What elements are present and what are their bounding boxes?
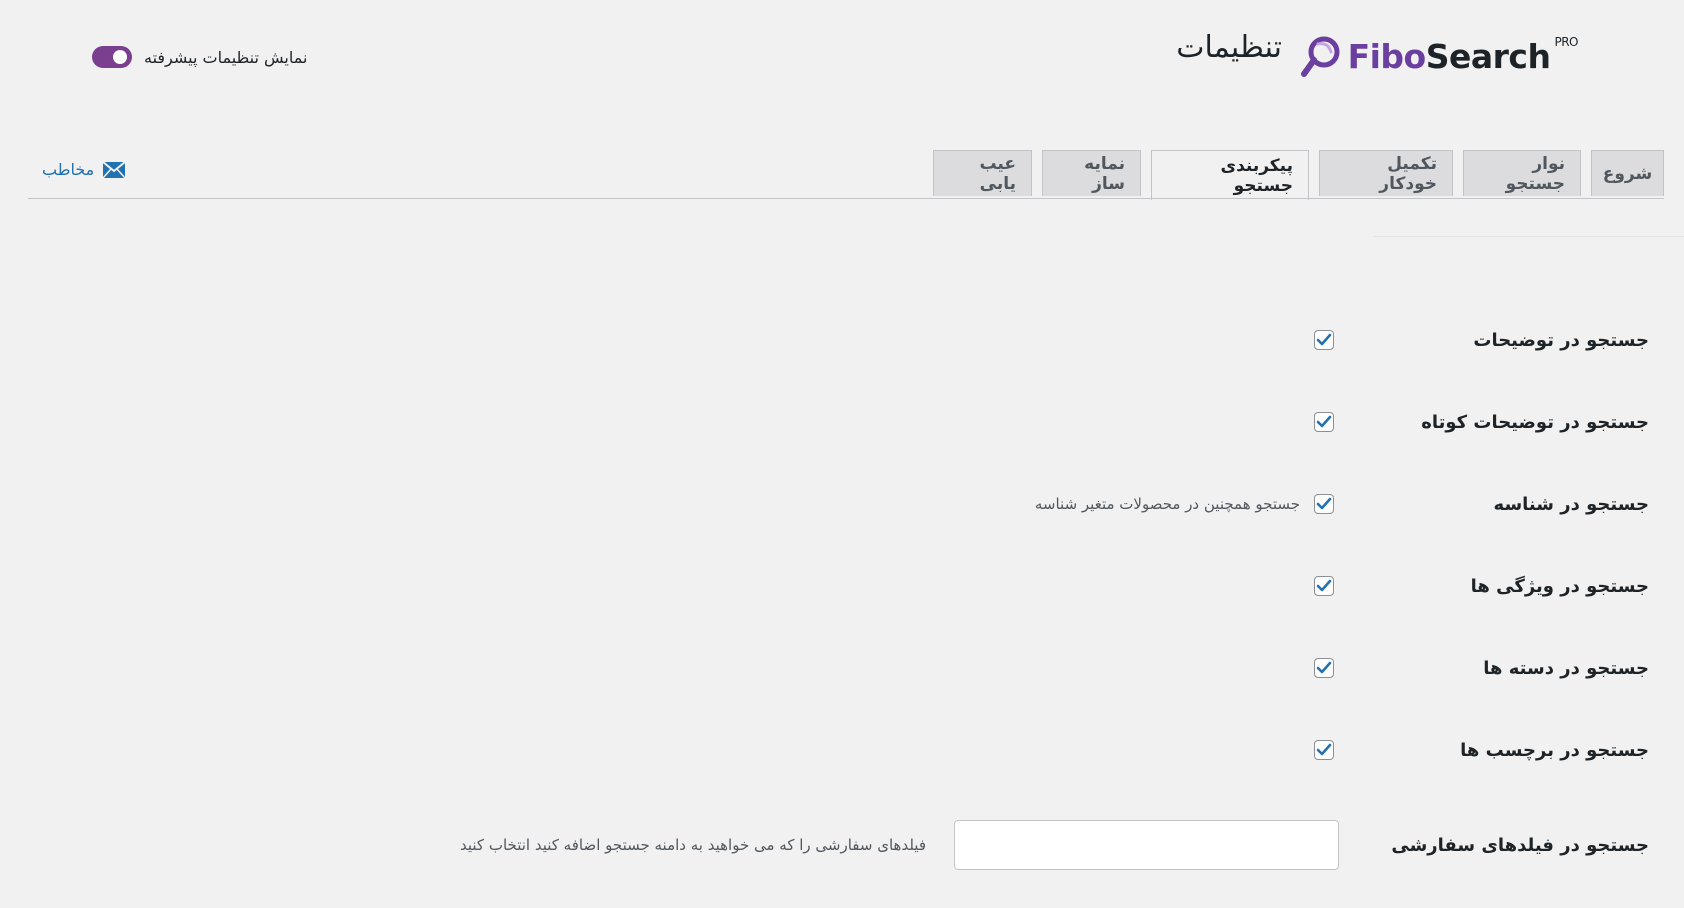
custom-fields-input[interactable]: [954, 820, 1339, 870]
switch-knob: [113, 50, 127, 64]
checkbox-tags[interactable]: [1314, 740, 1334, 760]
tab-start[interactable]: شروع: [1591, 150, 1664, 196]
setting-label-tags: جستجو در برچسب ها: [1460, 739, 1649, 761]
checkmark-icon: [1316, 415, 1332, 428]
logo-wordmark: Fibo Search PRO: [1347, 34, 1579, 76]
contact-link[interactable]: مخاطب: [42, 160, 126, 179]
checkmark-icon: [1316, 579, 1332, 592]
logo-pro-badge: PRO: [1554, 34, 1578, 49]
setting-row-description: جستجو در توضیحات: [0, 320, 1649, 360]
page-title: تنظیمات: [1176, 30, 1282, 65]
setting-row-custom-fields: جستجو در فیلدهای سفارشی فیلدهای سفارشی ر…: [0, 819, 1649, 871]
checkbox-categories[interactable]: [1314, 658, 1334, 678]
checkmark-icon: [1316, 661, 1332, 674]
advanced-settings-label: نمایش تنظیمات پیشرفته: [144, 47, 308, 67]
contact-label: مخاطب: [42, 160, 95, 179]
fibosearch-logo: Fibo Search PRO: [1298, 32, 1578, 80]
checkbox-short-description[interactable]: [1314, 412, 1334, 432]
checkbox-attributes[interactable]: [1314, 576, 1334, 596]
setting-note-custom-fields: فیلدهای سفارشی را که می خواهید به دامنه …: [460, 836, 926, 854]
setting-label-categories: جستجو در دسته ها: [1483, 657, 1649, 679]
section-divider: [1374, 236, 1684, 237]
logo-part-fibo: Fibo: [1347, 36, 1427, 76]
setting-row-sku: جستجو در شناسه جستجو همچنین در محصولات م…: [0, 484, 1649, 524]
tab-indexer[interactable]: نمایه ساز: [1042, 150, 1141, 196]
setting-label-attributes: جستجو در ویژگی ها: [1470, 575, 1649, 597]
tabs-divider: [28, 198, 1664, 199]
checkmark-icon: [1316, 497, 1332, 510]
setting-label-sku: جستجو در شناسه: [1493, 493, 1649, 515]
settings-tabs: شروع نوار جستجو تکمیل خودکار پیکربندی جس…: [933, 150, 1664, 200]
setting-row-short-description: جستجو در توضیحات کوتاه: [0, 402, 1649, 442]
tab-troubleshooting[interactable]: عیب یابی: [933, 150, 1032, 196]
setting-row-tags: جستجو در برچسب ها: [0, 730, 1649, 770]
tab-autocomplete[interactable]: تکمیل خودکار: [1319, 150, 1453, 196]
setting-label-custom-fields: جستجو در فیلدهای سفارشی: [1391, 834, 1649, 856]
setting-note-sku: جستجو همچنین در محصولات متغیر شناسه: [1034, 495, 1300, 513]
checkbox-description[interactable]: [1314, 330, 1334, 350]
checkbox-sku[interactable]: [1314, 494, 1334, 514]
advanced-settings-toggle[interactable]: نمایش تنظیمات پیشرفته: [92, 46, 307, 68]
setting-row-attributes: جستجو در ویژگی ها: [0, 566, 1649, 606]
tab-search-config[interactable]: پیکربندی جستجو: [1151, 150, 1309, 200]
checkmark-icon: [1316, 333, 1332, 346]
fibosearch-logo-icon: [1300, 36, 1340, 77]
setting-row-categories: جستجو در دسته ها: [0, 648, 1649, 688]
logo-part-search: Search: [1425, 36, 1551, 76]
settings-page: Fibo Search PRO تنظیمات نمایش تنظیمات پیش…: [0, 0, 1684, 908]
tab-search-bar[interactable]: نوار جستجو: [1463, 150, 1581, 196]
envelope-icon: [102, 160, 126, 178]
setting-label-description: جستجو در توضیحات: [1473, 329, 1649, 351]
setting-label-short-description: جستجو در توضیحات کوتاه: [1421, 411, 1649, 433]
advanced-settings-switch[interactable]: [92, 46, 132, 68]
checkmark-icon: [1316, 743, 1332, 756]
